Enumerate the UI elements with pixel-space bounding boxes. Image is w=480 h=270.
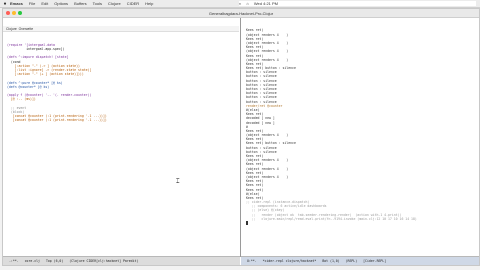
window-title: Generalbagdara-Hacknet-Pro-Clojur [208,10,274,16]
editor-pane[interactable]: Clojure Overwrite (require '[intergoal.d… [3,18,239,257]
menu-item-help[interactable]: Help [145,1,153,6]
emacs-window: Generalbagdara-Hacknet-Pro-Clojur Clojur… [2,8,480,266]
menu-bar: ● Emacs File Edit Options Buffers Tools … [0,0,480,8]
mouse-cursor-icon: ⌶ [176,178,180,185]
modeline-modes[interactable]: (REPL) [346,259,358,263]
repl-prompt[interactable] [246,221,479,225]
menu-extras: ◐ ⌂ Wed 4:21 PM [239,1,476,6]
modeline-position: Top (6,0) [45,259,64,263]
menu-item-app[interactable]: Emacs [10,1,23,6]
repl-output[interactable]: Kees ret) (object renders 4 ) Kees ret) (ob… [242,26,479,225]
pane-divider[interactable] [240,18,241,257]
home-icon[interactable]: ⌂ [246,1,248,6]
menu-item-buffers[interactable]: Buffers [74,1,87,6]
menu-item-tools[interactable]: Tools [93,1,102,6]
menu-item-file[interactable]: File [29,1,35,6]
status-icon[interactable]: ◐ [239,1,241,6]
text-cursor [246,221,248,225]
repl-modeline: U:**- *cider-repl clojure/hacknet* Bot (… [241,256,479,265]
modeline-status: -:**- [9,259,19,263]
source-code[interactable]: (require '[intergoal.data intergoal.app.… [3,41,239,123]
repl-pane[interactable]: Kees ret) (object renders 4 ) Kees ret) (ob… [242,18,479,257]
modeline-modes[interactable]: (Clojure CIDER[clj:hacknet] Paredit) [69,259,138,263]
menu-item-options[interactable]: Options [54,1,68,6]
menu-item-cider[interactable]: CIDER [127,1,139,6]
modeline-position: Bot (1,0) [322,259,340,263]
code-line: [concat @counter (:1 (print-rendering '-… [7,118,107,123]
apple-menu-icon[interactable]: ● [0,1,10,7]
modeline-buffer[interactable]: core.clj [25,259,40,263]
modeline-status: U:**- [247,259,257,263]
modeline-buffer[interactable]: *cider-repl clojure/hacknet* [263,259,317,263]
clock[interactable]: Wed 4:21 PM [254,1,278,6]
editor-tab[interactable]: Clojure Overwrite [3,26,239,33]
title-bar: Generalbagdara-Hacknet-Pro-Clojur [3,9,479,18]
modeline-tag: [Cider-REPL] [363,259,387,263]
menu-item-edit[interactable]: Edit [41,1,48,6]
menu-item-clojure[interactable]: Clojure [108,1,121,6]
editor-modeline: -:**- core.clj Top (6,0) (Clojure CIDER[… [3,256,240,265]
